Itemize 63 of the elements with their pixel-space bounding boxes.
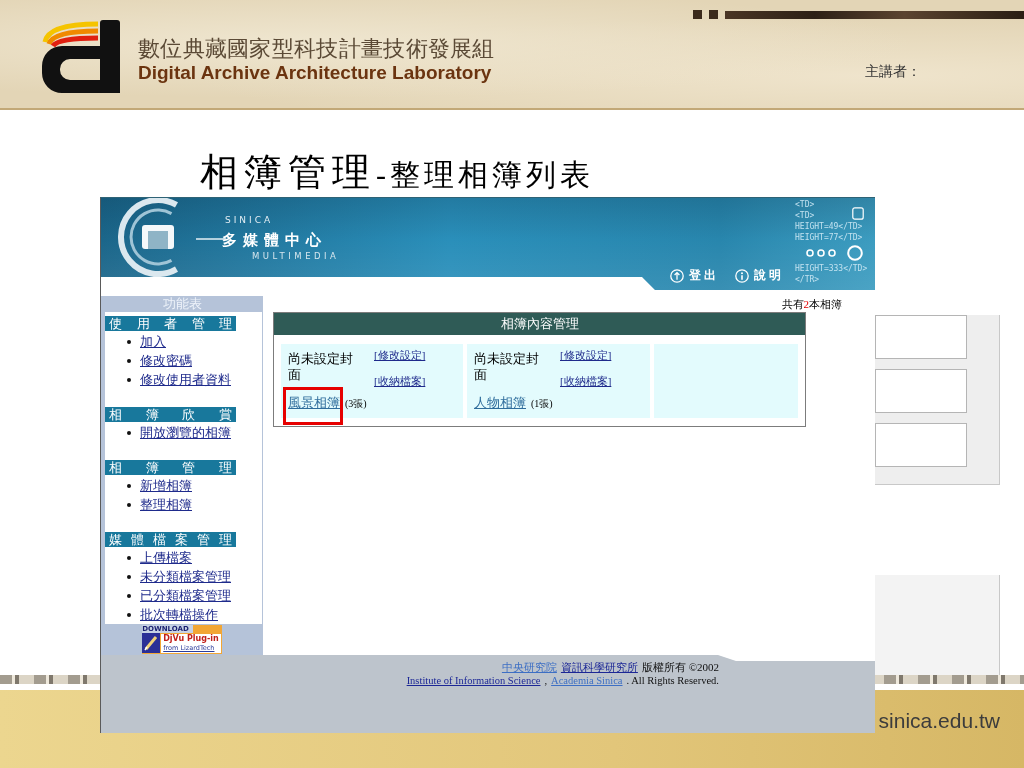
- bullet-icon: [127, 339, 131, 344]
- laboratory-name: Digital Archive Architecture Laboratory: [138, 62, 493, 84]
- menu-link[interactable]: 已分類檔案管理: [140, 587, 231, 604]
- slide-title: 相簿管理-整理相簿列表: [200, 150, 594, 195]
- photo-count-text: (3張): [345, 397, 367, 411]
- cover-status-text: 尚未設定封面: [288, 351, 354, 384]
- organization-name: 數位典藏國家型科技計畫技術發展組: [138, 36, 495, 62]
- album-link[interactable]: 人物相簿: [474, 395, 526, 410]
- option-link[interactable]: [修改設定]: [374, 349, 426, 361]
- bullet-icon: [127, 593, 131, 598]
- bullet-icon: [127, 377, 131, 382]
- menu-link[interactable]: 修改密碼: [140, 352, 192, 369]
- copyright-text: . All Rights Reserved.: [626, 674, 719, 687]
- bullet-icon: [127, 555, 131, 560]
- section-heading: 相簿管理: [105, 460, 236, 475]
- code-text: <TD>: [795, 199, 815, 210]
- website-url: sinica.edu.tw: [878, 709, 1000, 733]
- bullet-icon: [127, 430, 131, 435]
- bullet-icon: [127, 612, 131, 617]
- code-text: </TR>: [795, 274, 820, 285]
- brand-caption: MULTIMEDIA: [252, 251, 340, 261]
- code-text: HEIGHT=333</TD>: [795, 263, 868, 274]
- bullet-icon: [127, 502, 131, 507]
- option-link[interactable]: [修改設定]: [560, 349, 612, 361]
- footer-link[interactable]: Institute of Information Science: [406, 674, 541, 687]
- square-outline-icon: [852, 207, 864, 220]
- bullet-icon: [127, 483, 131, 488]
- photo-count-text: (1張): [531, 397, 553, 411]
- logo-icon: [42, 20, 120, 93]
- copyright-text: 版權所有 ©2002: [641, 661, 719, 674]
- pen-icon: [142, 633, 161, 653]
- bullet-icon: [127, 574, 131, 579]
- arrow-up-circle-icon: [670, 268, 684, 283]
- section-heading: 媒體檔案管理: [105, 532, 236, 547]
- cover-status-text: 尚未設定封面: [474, 351, 540, 384]
- help-link[interactable]: 說明: [735, 268, 784, 283]
- code-text: HEIGHT=77</TD>: [795, 232, 863, 243]
- code-text: HEIGHT=49</TD>: [795, 221, 863, 232]
- copyright-text: ,: [544, 674, 548, 687]
- section-heading: 使用者管理: [105, 316, 236, 331]
- brand-name: 多媒體中心: [222, 231, 327, 249]
- menu-link[interactable]: 修改使用者資料: [140, 371, 231, 388]
- brand-caption: SINICA: [225, 215, 274, 226]
- menu-link[interactable]: 上傳檔案: [140, 549, 192, 566]
- menu-link[interactable]: 開放瀏覽的相簿: [140, 424, 231, 441]
- option-link[interactable]: [收納檔案]: [374, 375, 426, 387]
- option-link[interactable]: [收納檔案]: [560, 375, 612, 387]
- section-heading: 相簿欣賞: [105, 407, 236, 422]
- menu-link[interactable]: 加入: [140, 333, 166, 350]
- panel-title-bar: 相簿內容管理: [274, 313, 805, 335]
- album-count-text: 共有2本相簿: [781, 297, 843, 312]
- album-link[interactable]: 風景相簿: [288, 395, 340, 410]
- logout-link[interactable]: 登出: [670, 268, 719, 283]
- code-text: <TD>: [795, 210, 815, 221]
- menu-link[interactable]: 整理相簿: [140, 496, 192, 513]
- info-icon: [735, 268, 749, 283]
- menu-link[interactable]: 批次轉檔操作: [140, 606, 218, 623]
- speaker-label: 主講者：: [865, 62, 921, 80]
- bullet-icon: [127, 358, 131, 363]
- footer-link[interactable]: 資訊科學研究所: [560, 661, 638, 674]
- menu-link[interactable]: 新增相簿: [140, 477, 192, 494]
- ring-icon: [847, 245, 863, 261]
- menu-link[interactable]: 未分類檔案管理: [140, 568, 231, 585]
